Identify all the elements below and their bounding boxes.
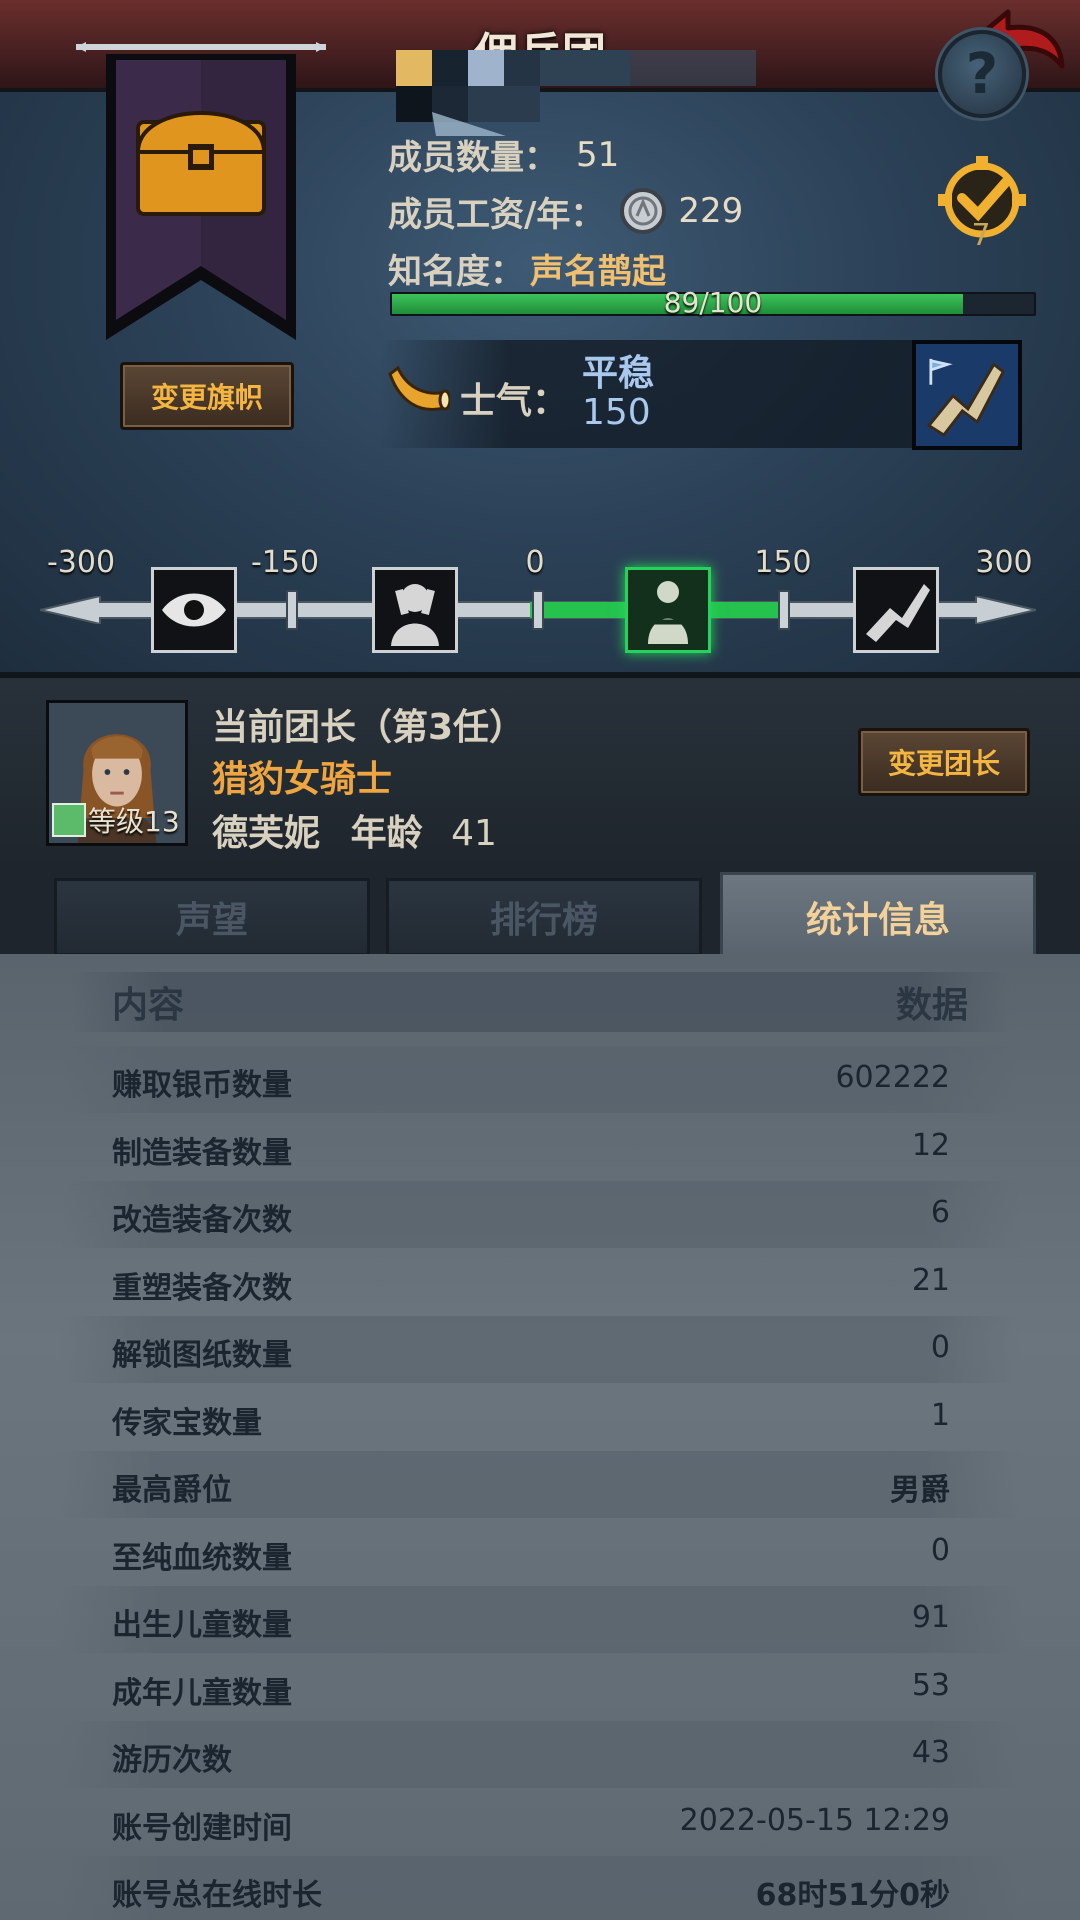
table-row: 解锁图纸数量 0: [60, 1316, 1020, 1383]
morale-value: 150: [582, 392, 651, 433]
morale-stage-despair-icon[interactable]: [372, 567, 458, 653]
eye-icon: [162, 593, 226, 627]
row-value: 602222: [835, 1060, 950, 1095]
treasure-chest-icon: [135, 111, 267, 216]
row-label: 最高爵位: [112, 1473, 232, 1508]
table-header: [70, 972, 1010, 1032]
tab-leaderboard[interactable]: 排行榜: [386, 878, 702, 956]
column-header-data: 数据: [895, 985, 968, 1026]
fame-progress-text: 89/100: [663, 286, 763, 319]
morale-stage-stable-icon[interactable]: [625, 567, 711, 653]
table-row: 改造装备次数 6: [60, 1181, 1020, 1248]
column-header-content: 内容: [112, 985, 185, 1026]
row-label: 账号总在线时长: [112, 1878, 322, 1913]
row-label: 成年儿童数量: [112, 1675, 292, 1711]
row-label: 制造装备数量: [112, 1135, 292, 1171]
despair-figure-icon: [391, 584, 439, 646]
row-value: 0: [930, 1330, 950, 1365]
silver-coin-icon: [620, 188, 667, 234]
member-wage-label: 成员工资/年：: [388, 194, 605, 235]
row-label: 出生儿童数量: [112, 1608, 292, 1643]
row-value: 0: [930, 1532, 950, 1568]
table-row: 赚取银币数量 602222: [60, 1046, 1020, 1113]
morale-tick-label: -150: [250, 545, 320, 580]
table-row: 至纯血统数量 0: [60, 1519, 1020, 1586]
member-count-label: 成员数量：: [388, 138, 558, 178]
leader-age-label: 年龄: [350, 813, 423, 854]
table-row: 账号总在线时长 68时51分0秒: [60, 1856, 1020, 1920]
morale-tick-mark: [778, 590, 790, 630]
row-label: 游历次数: [112, 1743, 232, 1778]
row-value: 68时51分0秒: [755, 1878, 950, 1913]
change-leader-button[interactable]: 变更团长: [858, 728, 1030, 796]
row-value: 12: [911, 1127, 950, 1163]
morale-tick-label: 300: [975, 545, 1033, 580]
guild-name-redacted: [396, 50, 756, 136]
morale-effect-icon[interactable]: [912, 340, 1022, 450]
row-value: 男爵: [890, 1473, 950, 1508]
row-value: 53: [911, 1667, 950, 1703]
row-value: 43: [911, 1735, 950, 1770]
morale-stage-panic-icon[interactable]: [151, 567, 237, 653]
job-class-icon: [52, 803, 86, 837]
table-row: 出生儿童数量 91: [60, 1586, 1020, 1653]
morale-tick-mark: [286, 590, 298, 630]
horn-icon: [388, 365, 450, 411]
morale-tick-label: -300: [46, 545, 116, 580]
badge-count: 7: [971, 218, 991, 253]
row-value: 1: [930, 1397, 950, 1433]
row-label: 账号创建时间: [112, 1810, 292, 1846]
leader-name-row: 德芙妮 年龄 41: [212, 804, 497, 856]
help-button[interactable]: ?: [938, 30, 1026, 118]
row-label: 至纯血统数量: [112, 1540, 292, 1576]
leader-class: 猎豹女骑士: [212, 759, 393, 800]
guild-banner[interactable]: [76, 40, 326, 350]
leader-level: 等级13: [52, 800, 180, 840]
leader-age-value: 41: [451, 813, 497, 854]
tab-reputation[interactable]: 声望: [54, 878, 370, 956]
charge-icon: [866, 584, 930, 642]
morale-tick-label: 150: [754, 545, 812, 580]
row-value: 91: [911, 1600, 950, 1635]
row-value: 21: [911, 1262, 950, 1298]
table-row: 账号创建时间 2022-05-15 12:29: [60, 1789, 1020, 1856]
table-row: 制造装备数量 12: [60, 1114, 1020, 1181]
tab-statistics[interactable]: 统计信息: [720, 872, 1036, 962]
morale-state: 平稳: [582, 353, 655, 394]
table-row: 最高爵位 男爵: [60, 1451, 1020, 1518]
leader-level-label: 等级13: [88, 805, 180, 838]
row-label: 传家宝数量: [112, 1405, 262, 1441]
morale-tick-label: 0: [525, 545, 545, 580]
row-label: 重塑装备次数: [112, 1270, 292, 1306]
row-value: 2022-05-15 12:29: [679, 1802, 950, 1838]
morale-stage-inspired-icon[interactable]: [853, 567, 939, 653]
morale-tick-mark: [532, 590, 544, 630]
member-wage-value: 229: [678, 191, 744, 231]
table-row: 游历次数 43: [60, 1721, 1020, 1788]
table-row: 重塑装备次数 21: [60, 1249, 1020, 1316]
table-row: 传家宝数量 1: [60, 1384, 1020, 1451]
question-icon: ?: [965, 41, 999, 107]
calm-figure-icon: [648, 581, 688, 644]
morale-label: 士气：: [460, 381, 569, 422]
member-wage: 成员工资/年： 229: [388, 186, 743, 236]
table-row: 成年儿童数量 53: [60, 1654, 1020, 1721]
row-label: 解锁图纸数量: [112, 1338, 292, 1373]
member-count-value: 51: [576, 134, 620, 175]
row-label: 改造装备次数: [112, 1203, 292, 1238]
row-label: 赚取银币数量: [112, 1068, 292, 1103]
change-flag-button[interactable]: 变更旗帜: [120, 362, 294, 430]
leader-title: 当前团长（第3任）: [212, 707, 526, 748]
row-value: 6: [930, 1195, 950, 1230]
member-count: 成员数量： 51: [388, 130, 619, 179]
fame-progress-bar: 89/100: [390, 286, 1036, 319]
leader-name: 德芙妮: [212, 813, 321, 854]
